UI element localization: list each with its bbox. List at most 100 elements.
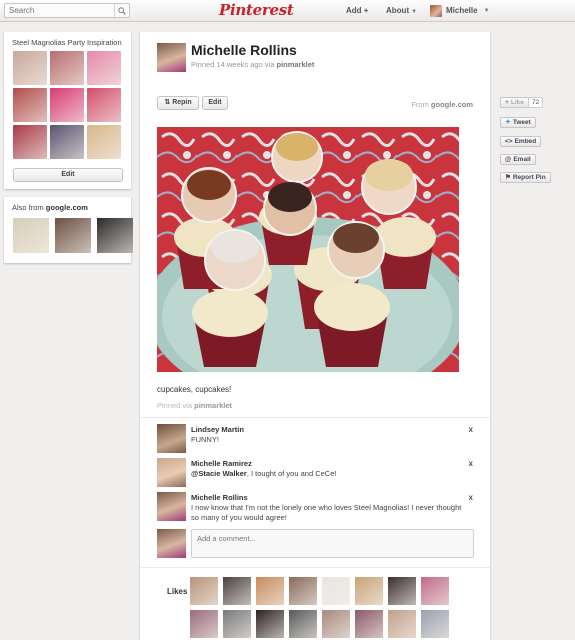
about-menu[interactable]: About ▼	[386, 0, 417, 22]
divider	[140, 417, 490, 418]
user-menu[interactable]: Michelle ▼	[430, 0, 490, 22]
repin-label: Repin	[172, 99, 192, 106]
pinner-name[interactable]: Michelle Rollins	[191, 42, 297, 58]
also-from-thumbnails	[13, 218, 133, 253]
add-menu-label: Add	[346, 6, 362, 15]
like-label: Like	[510, 99, 524, 106]
comment-item: Lindsey Martin FUNNY! x	[157, 424, 475, 454]
liker-avatar[interactable]	[355, 577, 383, 605]
board-thumbnail[interactable]	[13, 51, 47, 85]
comment-text: @Stacie Walker, I tought of you and CeCe…	[191, 469, 465, 479]
liker-avatar[interactable]	[289, 577, 317, 605]
source-label: From google.com	[411, 100, 473, 109]
liker-avatar[interactable]	[289, 610, 317, 638]
comment-author[interactable]: Michelle Ramirez	[191, 459, 252, 468]
pin-image[interactable]	[157, 127, 459, 372]
pin-description: cupcakes, cupcakes!	[157, 385, 232, 394]
liker-avatar[interactable]	[256, 577, 284, 605]
comment-item: Michelle Rollins I now know that I'm not…	[157, 492, 475, 524]
pinned-time: Pinned 14 weeks ago via	[191, 60, 275, 69]
like-count-badge: 72	[528, 97, 544, 108]
delete-comment-button[interactable]: x	[469, 493, 473, 502]
report-pin-button[interactable]: ⚑ Report Pin	[500, 172, 551, 183]
delete-comment-button[interactable]: x	[469, 459, 473, 468]
also-from-prefix: Also from	[12, 203, 44, 212]
comment-text: I now know that I'm not the lonely one w…	[191, 503, 465, 523]
repin-button[interactable]: ⇅ Repin	[157, 96, 199, 110]
also-from-title: Also from google.com	[12, 203, 88, 212]
embed-button[interactable]: <> Embed	[500, 136, 542, 147]
also-from-thumbnail[interactable]	[97, 218, 133, 253]
also-from-panel: Also from google.com	[4, 197, 133, 263]
comment-avatar[interactable]	[157, 424, 186, 453]
liker-avatar[interactable]	[223, 610, 251, 638]
pinned-via: Pinned via pinmarklet	[157, 401, 232, 410]
plus-icon: +	[363, 6, 369, 15]
user-menu-label: Michelle	[446, 6, 478, 15]
twitter-bird-icon: ✦	[505, 119, 511, 126]
liker-avatar[interactable]	[388, 577, 416, 605]
pinner-avatar[interactable]	[157, 43, 186, 72]
comment-author[interactable]: Lindsey Martin	[191, 425, 244, 434]
board-thumbnail[interactable]	[50, 125, 84, 159]
liker-avatar[interactable]	[190, 577, 218, 605]
also-from-thumbnail[interactable]	[55, 218, 91, 253]
also-from-thumbnail[interactable]	[13, 218, 49, 253]
email-button[interactable]: @ Email	[500, 154, 536, 165]
tweet-label: Tweet	[512, 119, 531, 126]
likes-label: Likes	[167, 587, 188, 596]
liker-avatar[interactable]	[355, 610, 383, 638]
pinterest-logo[interactable]: Pinterest	[219, 0, 294, 22]
board-thumbnail[interactable]	[13, 125, 47, 159]
liker-avatar[interactable]	[190, 610, 218, 638]
liker-avatar[interactable]	[322, 577, 350, 605]
also-from-site[interactable]: google.com	[46, 203, 88, 212]
comment-item: Michelle Ramirez @Stacie Walker, I tough…	[157, 458, 475, 488]
pinned-via-link[interactable]: pinmarklet	[276, 60, 314, 69]
liker-avatar[interactable]	[256, 610, 284, 638]
flag-icon: ⚑	[505, 174, 511, 181]
comment-avatar[interactable]	[157, 492, 186, 521]
liker-avatar[interactable]	[421, 577, 449, 605]
comment-author[interactable]: Michelle Rollins	[191, 493, 248, 502]
board-thumbnail[interactable]	[87, 88, 121, 122]
liker-avatar[interactable]	[421, 610, 449, 638]
source-link[interactable]: google.com	[431, 100, 473, 109]
chevron-down-icon: ▼	[483, 8, 490, 14]
heart-icon: ♥	[505, 99, 509, 106]
pinned-via-prefix: Pinned via	[157, 401, 193, 410]
comment-mention[interactable]: @Stacie Walker	[191, 469, 247, 478]
add-comment-input[interactable]	[191, 529, 474, 558]
add-menu[interactable]: Add +	[346, 0, 368, 22]
search-button[interactable]	[114, 4, 129, 17]
pin-icon: ⇅	[164, 99, 171, 106]
liker-avatar[interactable]	[322, 610, 350, 638]
about-menu-label: About	[386, 6, 410, 15]
search-input[interactable]	[5, 4, 115, 17]
at-sign-icon: @	[505, 156, 512, 163]
comment-body: , I tought of you and CeCe!	[246, 469, 337, 478]
like-button[interactable]: ♥ Like	[500, 97, 529, 108]
board-title[interactable]: Steel Magnolias Party Inspiration	[12, 38, 122, 47]
liker-avatar[interactable]	[223, 577, 251, 605]
pinned-via-source[interactable]: pinmarklet	[194, 401, 232, 410]
edit-pin-button[interactable]: Edit	[202, 96, 228, 110]
board-thumbnail[interactable]	[13, 88, 47, 122]
current-user-avatar	[157, 529, 186, 558]
search-box	[4, 3, 130, 18]
board-thumbnail[interactable]	[87, 125, 121, 159]
delete-comment-button[interactable]: x	[469, 425, 473, 434]
board-thumbnail[interactable]	[50, 88, 84, 122]
comment-avatar[interactable]	[157, 458, 186, 487]
board-thumbnail[interactable]	[87, 51, 121, 85]
tweet-button[interactable]: ✦ Tweet	[500, 117, 536, 128]
divider	[140, 567, 490, 568]
board-thumbnails	[13, 51, 123, 159]
liker-avatar[interactable]	[388, 610, 416, 638]
top-navigation-bar: Pinterest Add + About▼ Michelle ▼	[0, 0, 575, 22]
chevron-down-icon: ▼	[411, 9, 418, 15]
board-edit-button[interactable]: Edit	[13, 168, 123, 182]
report-label: Report Pin	[512, 174, 546, 181]
board-thumbnail[interactable]	[50, 51, 84, 85]
email-label: Email	[513, 156, 531, 163]
